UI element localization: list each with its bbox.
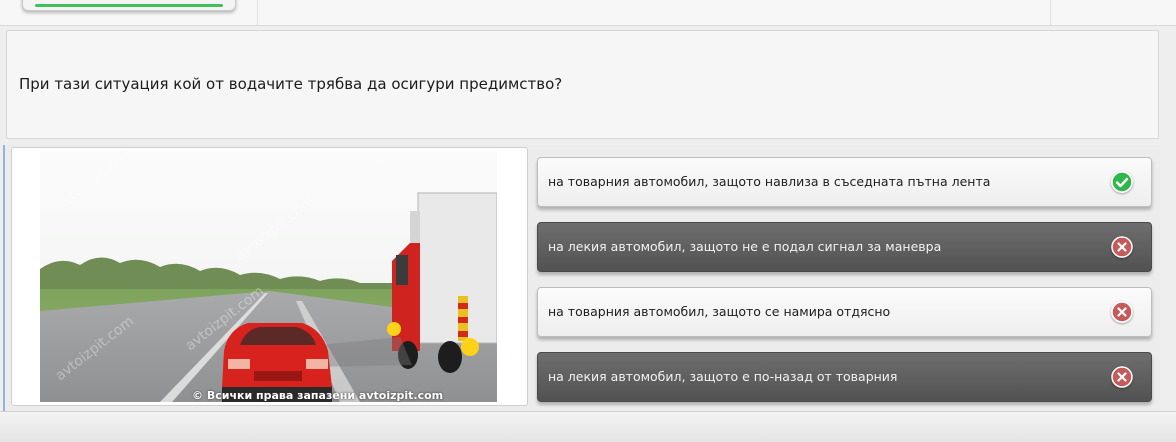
toolbar-divider bbox=[257, 0, 258, 25]
progress-bar bbox=[35, 4, 223, 7]
copyright-watermark: © Всички права запазени avtoizpit.com bbox=[192, 389, 444, 402]
x-circle-icon bbox=[1111, 236, 1133, 258]
progress-tab[interactable] bbox=[22, 0, 236, 11]
check-circle-icon bbox=[1111, 171, 1133, 193]
x-circle-icon bbox=[1111, 301, 1133, 323]
answer-label: на лекия автомобил, защото не е подал си… bbox=[548, 239, 942, 254]
traffic-scene-image: avtoizpit.com avtoizpit.com avtoizpit.co… bbox=[40, 151, 497, 402]
question-image-frame: avtoizpit.com avtoizpit.com avtoizpit.co… bbox=[11, 147, 528, 406]
answer-label: на лекия автомобил, защото е по-назад от… bbox=[548, 369, 898, 384]
answer-option-3[interactable]: на товарния автомобил, защото се намира … bbox=[537, 287, 1152, 337]
answer-label: на товарния автомобил, защото навлиза в … bbox=[548, 174, 991, 189]
question-panel: При тази ситуация кой от водачите трябва… bbox=[6, 30, 1159, 139]
x-circle-icon bbox=[1111, 366, 1133, 388]
toolbar-divider bbox=[1050, 0, 1051, 25]
answer-option-2[interactable]: на лекия автомобил, защото не е подал си… bbox=[537, 222, 1152, 272]
question-text: При тази ситуация кой от водачите трябва… bbox=[19, 75, 563, 93]
answer-option-4[interactable]: на лекия автомобил, защото е по-назад от… bbox=[537, 352, 1152, 402]
answer-option-1[interactable]: на товарния автомобил, защото навлиза в … bbox=[537, 157, 1152, 207]
answer-label: на товарния автомобил, защото се намира … bbox=[548, 304, 891, 319]
bottom-bar bbox=[0, 411, 1176, 442]
top-toolbar bbox=[0, 0, 1176, 26]
